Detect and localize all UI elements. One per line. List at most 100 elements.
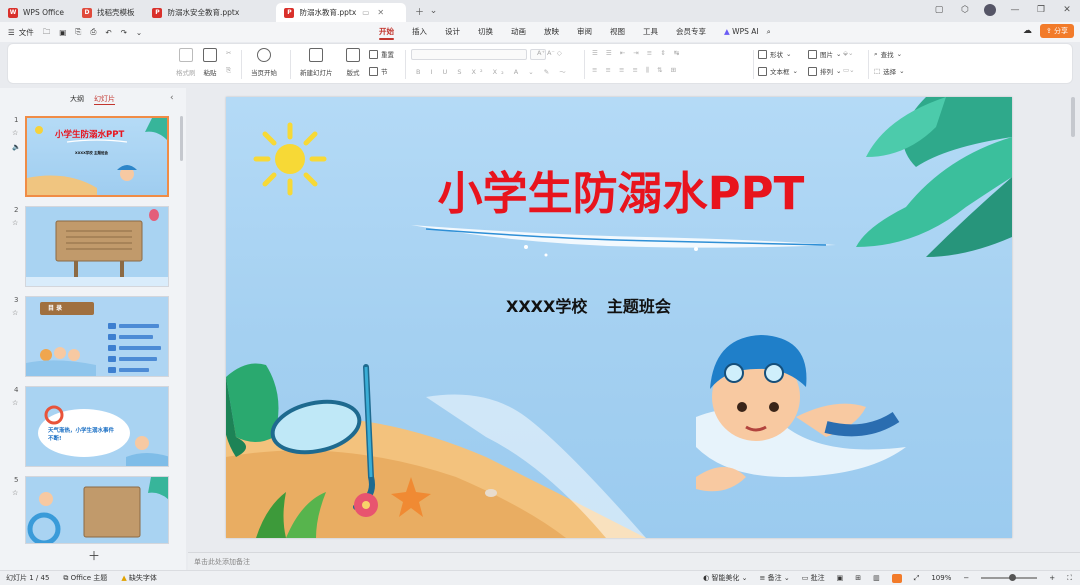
- slide-thumbnail[interactable]: [25, 206, 169, 287]
- shape-button[interactable]: 形状 ⌄: [758, 49, 791, 59]
- file-menu[interactable]: 文件: [19, 27, 34, 38]
- palm-leaves: [856, 97, 1012, 257]
- reset-button[interactable]: 重置: [369, 49, 394, 59]
- play-from-current-button[interactable]: 当页开始: [251, 48, 277, 77]
- smart-beautify-button[interactable]: ◐ 智能美化 ⌄: [703, 573, 747, 583]
- menu-tab-animation[interactable]: 动画: [511, 22, 526, 42]
- tab-docer[interactable]: D 找稻壳模板: [74, 3, 143, 22]
- cloud-icon[interactable]: ☁: [1023, 26, 1032, 36]
- play-slideshow-icon[interactable]: [891, 573, 902, 583]
- arrange-icon: [808, 66, 817, 76]
- layout-icon: [346, 48, 360, 62]
- add-slide-icon[interactable]: ＋: [88, 547, 100, 564]
- normal-view-icon[interactable]: ▣: [837, 574, 844, 582]
- format-painter-button[interactable]: 格式刷: [176, 48, 196, 77]
- find-button[interactable]: ⌕ 查找 ⌄: [874, 49, 902, 60]
- undo-icon[interactable]: ↶: [105, 28, 111, 37]
- sorter-view-icon[interactable]: ⊞: [855, 574, 861, 582]
- menu-tab-tools[interactable]: 工具: [643, 22, 658, 42]
- menu-tab-member[interactable]: 会员专享: [676, 22, 706, 42]
- current-slide[interactable]: 小学生防溺水PPT XXXX学校 主题班会: [226, 97, 1012, 538]
- slide-thumbnail[interactable]: 小学生防溺水PPT XXXX学校 主题班会: [25, 116, 169, 197]
- zoom-level[interactable]: 109%: [931, 574, 951, 582]
- menu-tab-slideshow[interactable]: 放映: [544, 22, 559, 42]
- notes-input[interactable]: 单击此处添加备注: [188, 552, 1080, 570]
- menu-tab-design[interactable]: 设计: [445, 22, 460, 42]
- tab-outline[interactable]: 大纲: [70, 94, 84, 105]
- layout-button[interactable]: 版式: [346, 48, 360, 77]
- minimize-icon[interactable]: —: [1008, 3, 1022, 17]
- save-icon[interactable]: ▣: [59, 28, 66, 37]
- menu-tab-review[interactable]: 审阅: [577, 22, 592, 42]
- print-icon[interactable]: ⎙: [90, 27, 96, 37]
- tab-pptx-1[interactable]: P 防溺水安全教育.pptx: [144, 3, 274, 22]
- slide-panel: 大纲 幻灯片 ‹ 1 ☆ 🔈 小学生防溺水PPT XXXX学校 主题班会 2 ☆: [0, 88, 186, 570]
- fill-icon[interactable]: ⬙⌄: [843, 49, 853, 57]
- picture-label: 图片: [820, 51, 833, 59]
- monitor-icon[interactable]: ▭: [362, 8, 369, 17]
- cube-icon[interactable]: ⬡: [958, 3, 972, 17]
- maximize-icon[interactable]: ❐: [1034, 3, 1048, 17]
- slide-thumbnail[interactable]: 天气渐热，小学生溺水事件不断!: [25, 386, 169, 467]
- panel-scrollbar[interactable]: [180, 116, 183, 161]
- cut-icon[interactable]: ✂: [226, 49, 231, 57]
- wps-ai-button[interactable]: ▲ WPS AI: [724, 22, 759, 42]
- notes-toggle-button[interactable]: ≡ 备注 ⌄: [760, 573, 790, 583]
- list-buttons[interactable]: ☰ ☰ ⇤ ⇥ ≡ ⇕ ↹: [592, 49, 682, 57]
- arrange-button[interactable]: 排列 ⌄: [808, 66, 841, 76]
- restore-layout-icon[interactable]: ▢: [932, 3, 946, 17]
- font-style-buttons[interactable]: B I U S X² X₂ A ⌄ ✎ 〜: [416, 66, 570, 76]
- comments-button[interactable]: ▭ 批注: [802, 573, 825, 583]
- zoom-in-icon[interactable]: +: [1049, 574, 1055, 582]
- menu-tab-home[interactable]: 开始: [379, 22, 394, 42]
- textbox-button[interactable]: 文本框 ⌄: [758, 66, 798, 76]
- close-icon[interactable]: ✕: [1060, 3, 1074, 17]
- star-icon: ☆: [12, 219, 19, 227]
- menu-tab-insert[interactable]: 插入: [412, 22, 427, 42]
- missing-font-button[interactable]: ▲ 缺失字体: [121, 573, 157, 583]
- slide-title[interactable]: 小学生防溺水PPT: [421, 157, 821, 222]
- pptx-icon: P: [152, 7, 163, 18]
- fit-window-icon[interactable]: ⤢: [914, 574, 920, 583]
- avatar[interactable]: [984, 4, 996, 16]
- picture-button[interactable]: 图片 ⌄: [808, 49, 841, 59]
- new-slide-button[interactable]: 新建幻灯片: [300, 48, 333, 77]
- menu-tab-view[interactable]: 视图: [610, 22, 625, 42]
- zoom-out-icon[interactable]: −: [963, 574, 969, 582]
- play-icon: [257, 48, 271, 62]
- select-button[interactable]: ⬚ 选择 ⌄: [874, 66, 905, 76]
- thumbnail-title: 天气渐热，小学生溺水事件不断!: [48, 428, 115, 442]
- tab-slides[interactable]: 幻灯片: [94, 94, 115, 105]
- fullscreen-icon[interactable]: ⛶: [1067, 574, 1072, 583]
- redo-icon[interactable]: ↷: [121, 28, 127, 37]
- align-buttons[interactable]: ≡ ≡ ≡ ≡ ⫼ ⇅ ⊞: [592, 66, 679, 75]
- slide-thumbnail[interactable]: 目 录: [25, 296, 169, 377]
- close-tab-icon[interactable]: ✕: [377, 8, 384, 17]
- increase-font-icon[interactable]: A⁺ A⁻ ◇: [537, 49, 562, 57]
- tab-wps-office[interactable]: W WPS Office: [0, 3, 72, 22]
- star-icon: ☆: [12, 489, 19, 497]
- hamburger-icon[interactable]: ☰: [8, 28, 15, 37]
- font-family-select[interactable]: [411, 49, 527, 60]
- outline-icon[interactable]: ▭⌄: [843, 66, 855, 74]
- share-button[interactable]: ⇪ 分享: [1039, 24, 1074, 38]
- menu-tab-transition[interactable]: 切换: [478, 22, 493, 42]
- search-icon[interactable]: ⌕: [767, 22, 771, 42]
- section-button[interactable]: 节: [369, 66, 388, 76]
- theme-button[interactable]: ⧉ Office 主题: [63, 573, 107, 583]
- zoom-slider[interactable]: [981, 574, 1038, 581]
- copy-icon[interactable]: ⎘: [226, 66, 231, 75]
- folder-icon[interactable]: 🗀: [43, 26, 51, 39]
- editor-scrollbar[interactable]: [1071, 97, 1075, 137]
- slide-thumbnail[interactable]: [25, 476, 169, 544]
- slide-subtitle[interactable]: XXXX学校 主题班会: [506, 293, 671, 317]
- new-tab-icon[interactable]: ＋: [412, 4, 426, 18]
- paste-button[interactable]: 粘贴: [203, 48, 217, 77]
- collapse-panel-icon[interactable]: ‹: [170, 93, 174, 103]
- chevron-down-icon[interactable]: ⌄: [426, 4, 440, 18]
- slide-counter: 幻灯片 1 / 45: [6, 574, 50, 582]
- export-icon[interactable]: ⎘: [75, 27, 81, 37]
- tab-pptx-2[interactable]: P 防溺水教育.pptx ▭ ✕: [276, 3, 407, 22]
- chevron-down-icon[interactable]: ⌄: [136, 28, 142, 37]
- reading-view-icon[interactable]: ▥: [873, 574, 880, 582]
